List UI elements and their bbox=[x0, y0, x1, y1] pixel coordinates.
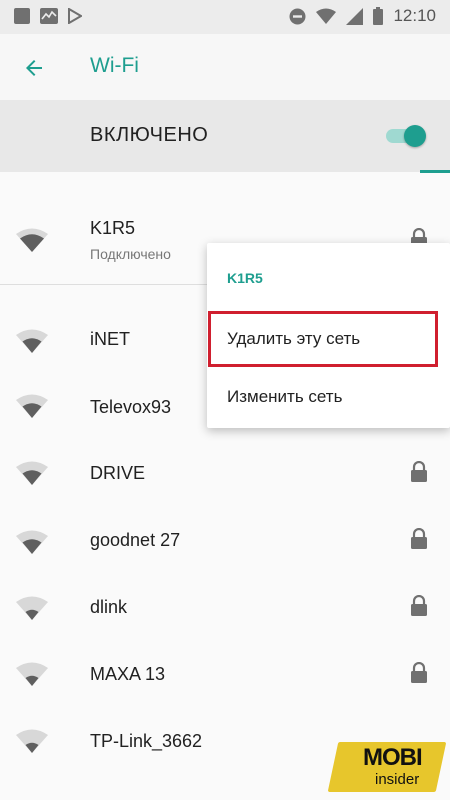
context-menu-title: K1R5 bbox=[227, 270, 263, 286]
do-not-disturb-icon bbox=[289, 8, 306, 24]
network-status: Подключено bbox=[90, 246, 171, 262]
mobi-insider-watermark: MOBI insider bbox=[327, 742, 447, 792]
watermark-brand: MOBI bbox=[363, 744, 423, 771]
modify-network-menu-item[interactable]: Изменить сеть bbox=[207, 369, 450, 427]
battery-icon bbox=[373, 7, 384, 25]
wifi-signal-medium-icon bbox=[16, 394, 48, 418]
network-row-drive[interactable]: DRIVE bbox=[0, 439, 450, 506]
play-store-icon bbox=[68, 8, 82, 24]
wifi-signal-strong-icon bbox=[16, 228, 48, 252]
lock-icon bbox=[411, 461, 427, 482]
highlight-frame bbox=[208, 311, 438, 367]
status-bar: 12:10 bbox=[0, 0, 450, 34]
app-bar: Wi-Fi bbox=[0, 34, 450, 100]
wifi-signal-weak-icon bbox=[16, 596, 48, 620]
network-name: Televox93 bbox=[90, 397, 172, 417]
watermark-sub: insider bbox=[375, 771, 420, 788]
scan-progress-indicator bbox=[420, 170, 450, 173]
network-name: dlink bbox=[90, 597, 128, 617]
network-row-maxa-13[interactable]: MAXA 13 bbox=[0, 640, 450, 707]
wifi-switch-label: ВКЛЮЧЕНО bbox=[90, 124, 209, 146]
network-name: DRIVE bbox=[90, 463, 146, 483]
notification-square-icon bbox=[14, 8, 30, 24]
arrow-left-icon bbox=[26, 60, 42, 76]
network-row-dlink[interactable]: dlink bbox=[0, 573, 450, 640]
status-bar-right: 12:10 bbox=[289, 6, 436, 26]
network-name: TP-Link_3662 bbox=[90, 731, 203, 751]
wifi-signal-medium-icon bbox=[16, 530, 48, 554]
network-row-goodnet-27[interactable]: goodnet 27 bbox=[0, 506, 450, 573]
lock-icon bbox=[411, 595, 427, 616]
network-name: MAXA 13 bbox=[90, 664, 166, 684]
lock-icon bbox=[411, 528, 427, 549]
wifi-master-switch-row[interactable]: ВКЛЮЧЕНО bbox=[0, 100, 450, 172]
status-time: 12:10 bbox=[393, 6, 436, 25]
network-name: goodnet 27 bbox=[90, 530, 181, 550]
page-title: Wi-Fi bbox=[90, 54, 139, 77]
wifi-signal-medium-icon bbox=[16, 329, 48, 353]
network-name: K1R5 bbox=[90, 218, 136, 238]
wifi-toggle[interactable] bbox=[386, 125, 426, 147]
back-button[interactable] bbox=[16, 50, 52, 86]
lock-icon bbox=[411, 662, 427, 683]
status-bar-left bbox=[14, 8, 82, 24]
wifi-signal-weak-icon bbox=[16, 729, 48, 753]
wifi-signal-medium-icon bbox=[16, 461, 48, 485]
network-name: iNET bbox=[90, 329, 130, 349]
pulse-chart-icon bbox=[40, 8, 58, 24]
menu-item-label: Изменить сеть bbox=[227, 387, 343, 406]
wifi-signal-icon bbox=[316, 8, 337, 24]
toggle-thumb bbox=[404, 125, 426, 147]
cell-signal-icon bbox=[346, 7, 364, 25]
wifi-signal-weak-icon bbox=[16, 662, 48, 686]
